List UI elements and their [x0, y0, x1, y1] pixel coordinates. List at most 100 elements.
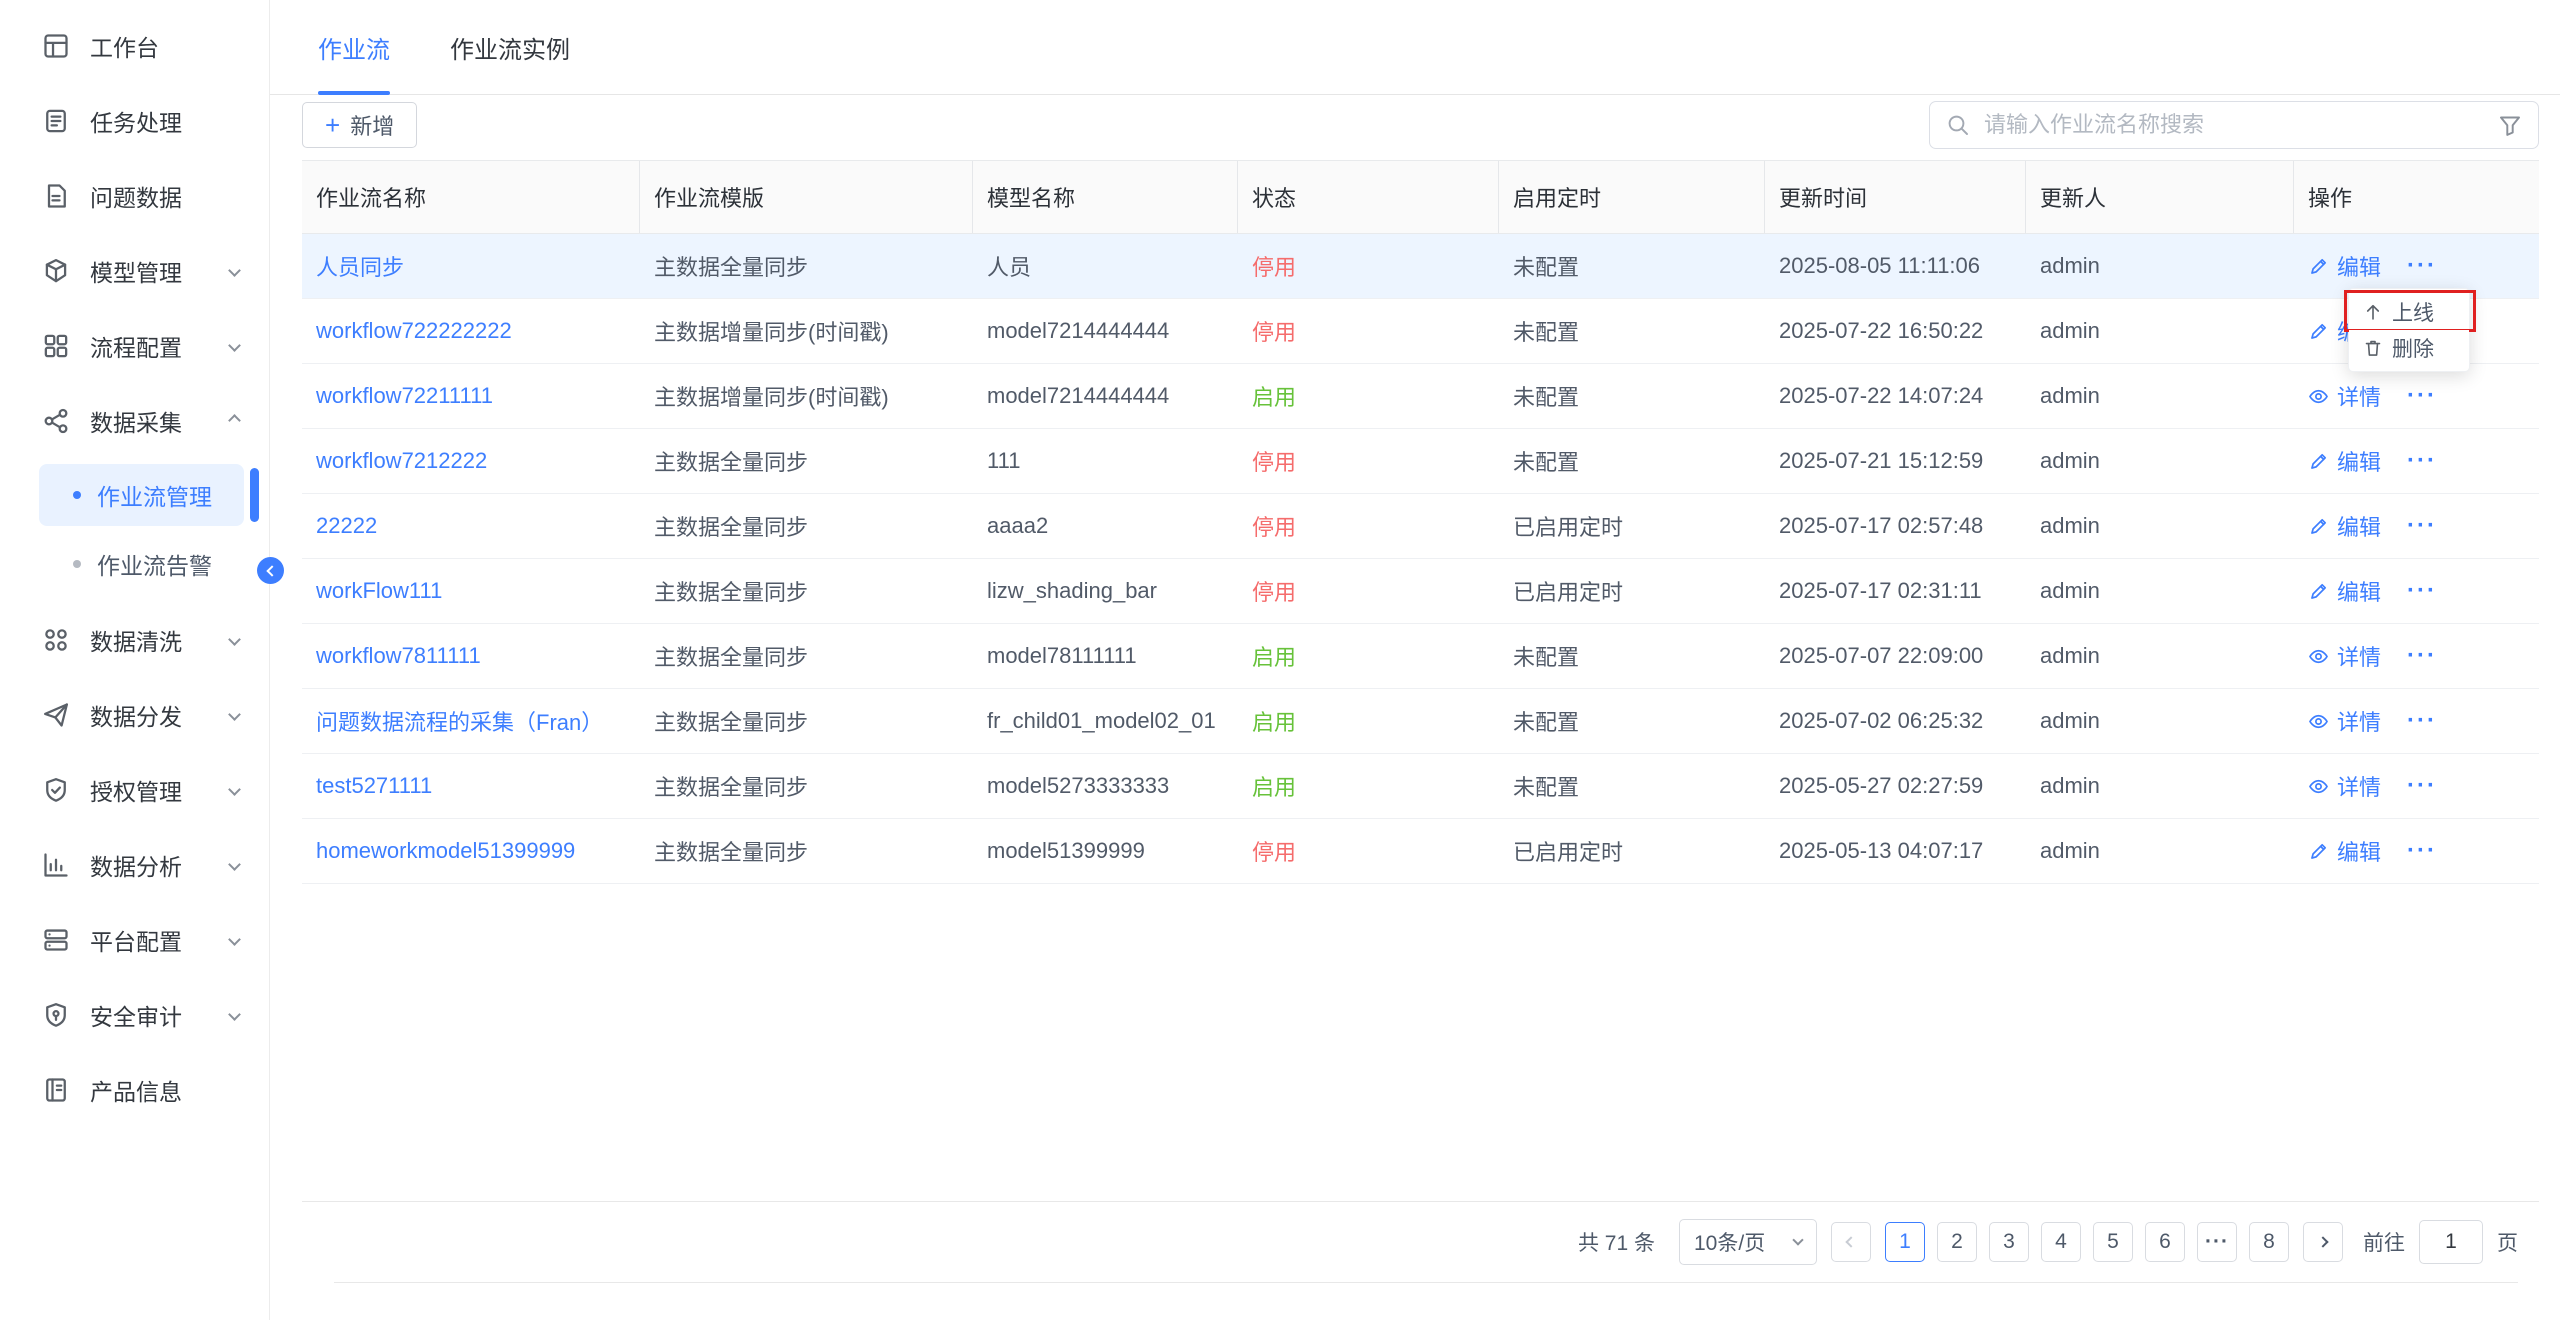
- next-page-button[interactable]: [2303, 1222, 2343, 1262]
- timer-cell: 已启用定时: [1499, 819, 1765, 883]
- sidebar-item-10[interactable]: 数据分析: [0, 827, 269, 902]
- chevron-down-icon: [228, 708, 241, 721]
- update-time-cell: 2025-07-02 06:25:32: [1765, 689, 2026, 753]
- sidebar-item-1[interactable]: 工作台: [0, 8, 269, 83]
- updater-cell: admin: [2026, 819, 2294, 883]
- timer-cell: 已启用定时: [1499, 559, 1765, 623]
- eye-icon: [2308, 646, 2329, 667]
- more-actions-button[interactable]: ···: [2407, 252, 2437, 280]
- arrow-up-icon: [2363, 302, 2383, 322]
- more-actions-button[interactable]: ···: [2407, 577, 2437, 605]
- page-size-select[interactable]: 10条/页: [1679, 1219, 1817, 1265]
- sidebar-collapse-button[interactable]: [257, 557, 284, 584]
- page-button-8[interactable]: 8: [2249, 1222, 2289, 1262]
- sidebar-item-2[interactable]: 任务处理: [0, 83, 269, 158]
- detail-action[interactable]: 详情: [2308, 705, 2381, 737]
- page-unit-label: 页: [2497, 1227, 2518, 1257]
- sidebar-subitem-2[interactable]: 作业流告警: [39, 533, 244, 595]
- sidebar-item-12[interactable]: 安全审计: [0, 977, 269, 1052]
- sidebar-subitem-1[interactable]: 作业流管理: [39, 464, 244, 526]
- sidebar-item-8[interactable]: 数据分发: [0, 677, 269, 752]
- dropdown-item-delete[interactable]: 删除: [2349, 330, 2469, 366]
- prev-page-button[interactable]: [1831, 1222, 1871, 1262]
- search-input[interactable]: [1982, 111, 2486, 139]
- page-button-4[interactable]: 4: [2041, 1222, 2081, 1262]
- workflow-name-link[interactable]: workflow72211111: [302, 364, 640, 428]
- chevron-up-icon: [228, 414, 241, 427]
- page-button-3[interactable]: 3: [1989, 1222, 2029, 1262]
- add-button[interactable]: + 新增: [302, 102, 417, 148]
- updater-cell: admin: [2026, 234, 2294, 298]
- page-button-6[interactable]: 6: [2145, 1222, 2185, 1262]
- model-name-cell: model7214444444: [973, 299, 1238, 363]
- page-button-1[interactable]: 1: [1885, 1222, 1925, 1262]
- eye-icon: [2308, 776, 2329, 797]
- detail-action[interactable]: 详情: [2308, 380, 2381, 412]
- more-actions-button[interactable]: ···: [2407, 707, 2437, 735]
- edit-action[interactable]: 编辑: [2308, 510, 2381, 542]
- add-button-label: 新增: [350, 109, 394, 141]
- table-row-10: homeworkmodel51399999主数据全量同步model5139999…: [302, 819, 2539, 884]
- sidebar-item-4[interactable]: 模型管理: [0, 233, 269, 308]
- action-label: 详情: [2337, 380, 2381, 412]
- filter-funnel-icon[interactable]: [2498, 113, 2522, 137]
- workflow-template-cell: 主数据全量同步: [640, 754, 973, 818]
- dropdown-item-online[interactable]: 上线: [2349, 294, 2469, 330]
- sidebar-item-9[interactable]: 授权管理: [0, 752, 269, 827]
- updater-cell: admin: [2026, 754, 2294, 818]
- sidebar-item-7[interactable]: 数据清洗: [0, 602, 269, 677]
- more-actions-button[interactable]: ···: [2407, 512, 2437, 540]
- detail-action[interactable]: 详情: [2308, 640, 2381, 672]
- dropdown-item-online-label: 上线: [2392, 297, 2434, 327]
- workflow-name-link[interactable]: test5271111: [302, 754, 640, 818]
- action-label: 详情: [2337, 770, 2381, 802]
- chevron-left-icon: [1845, 1236, 1856, 1247]
- more-actions-button[interactable]: ···: [2407, 772, 2437, 800]
- workflow-name-link[interactable]: workflow722222222: [302, 299, 640, 363]
- tab-workflow-instance[interactable]: 作业流实例: [450, 0, 570, 94]
- sidebar-item-5[interactable]: 流程配置: [0, 308, 269, 383]
- page-list: 123456 ··· 8: [1885, 1222, 2289, 1262]
- sidebar-item-3[interactable]: 问题数据: [0, 158, 269, 233]
- main-area: 作业流 作业流实例 + 新增 作业流名称作业流模版模型名称状态启用定时更新时间更…: [270, 0, 2560, 1320]
- workflow-name-link[interactable]: workFlow111: [302, 559, 640, 623]
- workflow-name-link[interactable]: 人员同步: [302, 234, 640, 298]
- workflow-table: 作业流名称作业流模版模型名称状态启用定时更新时间更新人操作 人员同步主数据全量同…: [302, 160, 2539, 1202]
- page-button-5[interactable]: 5: [2093, 1222, 2133, 1262]
- edit-action[interactable]: 编辑: [2308, 445, 2381, 477]
- workflow-name-link[interactable]: workflow7811111: [302, 624, 640, 688]
- tab-workflow[interactable]: 作业流: [318, 0, 390, 94]
- workflow-name-link[interactable]: 22222: [302, 494, 640, 558]
- page-ellipsis[interactable]: ···: [2197, 1222, 2237, 1262]
- timer-cell: 未配置: [1499, 234, 1765, 298]
- data-distribute-icon: [42, 701, 70, 729]
- model-icon: [42, 257, 70, 285]
- sidebar-item-label: 数据分发: [90, 698, 182, 732]
- workflow-name-link[interactable]: workflow7212222: [302, 429, 640, 493]
- detail-action[interactable]: 详情: [2308, 770, 2381, 802]
- more-actions-button[interactable]: ···: [2407, 642, 2437, 670]
- sidebar-item-13[interactable]: 产品信息: [0, 1052, 269, 1127]
- timer-cell: 未配置: [1499, 624, 1765, 688]
- more-actions-button[interactable]: ···: [2407, 382, 2437, 410]
- edit-action[interactable]: 编辑: [2308, 575, 2381, 607]
- goto-page-input[interactable]: [2419, 1220, 2483, 1264]
- more-actions-button[interactable]: ···: [2407, 447, 2437, 475]
- actions-cell: 详情 ···: [2294, 624, 2539, 688]
- plus-icon: +: [325, 112, 340, 138]
- updater-cell: admin: [2026, 429, 2294, 493]
- more-actions-button[interactable]: ···: [2407, 837, 2437, 865]
- table-row-7: workflow7811111主数据全量同步model78111111启用未配置…: [302, 624, 2539, 689]
- edit-action[interactable]: 编辑: [2308, 250, 2381, 282]
- edit-action[interactable]: 编辑: [2308, 835, 2381, 867]
- page-button-2[interactable]: 2: [1937, 1222, 1977, 1262]
- workflow-name-link[interactable]: 问题数据流程的采集（Fran）: [302, 689, 640, 753]
- sidebar-item-6[interactable]: 数据采集: [0, 383, 269, 458]
- status-cell: 启用: [1238, 364, 1499, 428]
- action-label: 编辑: [2337, 250, 2381, 282]
- table-row-8: 问题数据流程的采集（Fran）主数据全量同步fr_child01_model02…: [302, 689, 2539, 754]
- sidebar-item-11[interactable]: 平台配置: [0, 902, 269, 977]
- model-name-cell: model51399999: [973, 819, 1238, 883]
- updater-cell: admin: [2026, 559, 2294, 623]
- workflow-name-link[interactable]: homeworkmodel51399999: [302, 819, 640, 883]
